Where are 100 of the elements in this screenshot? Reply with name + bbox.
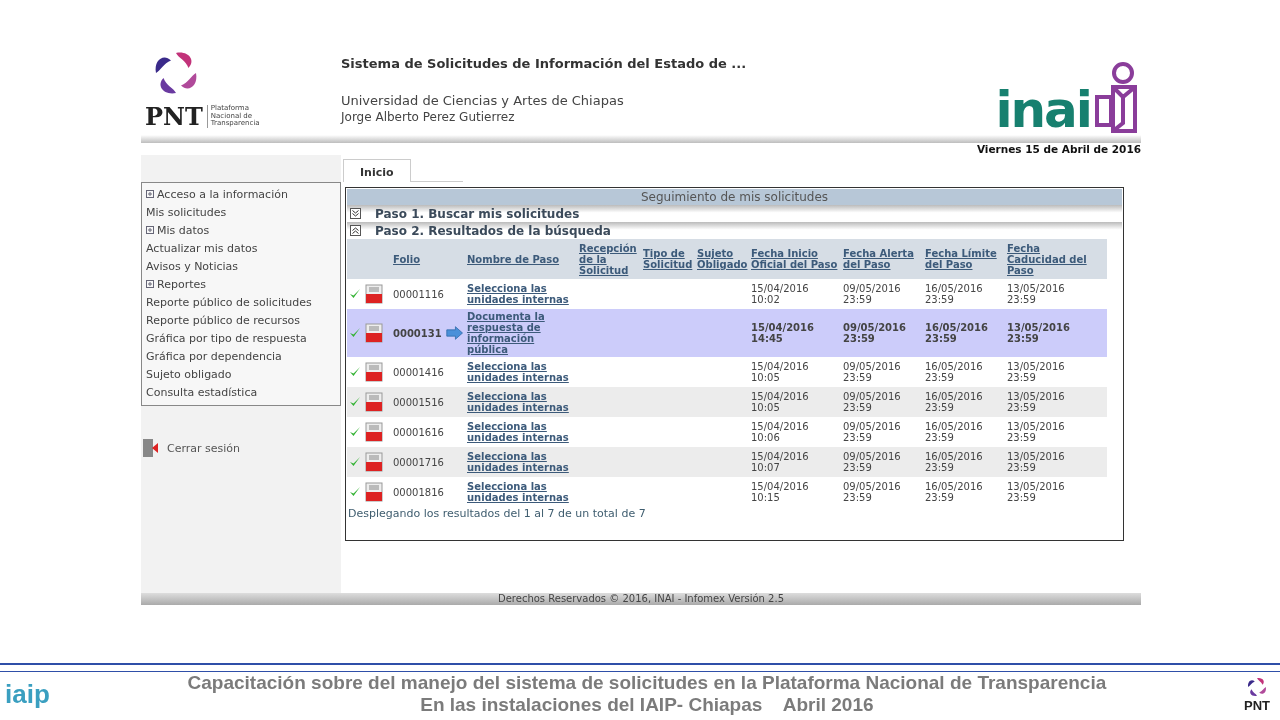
slide-caption: En las instalaciones del IAIP- Chiapas Abril 2016	[420, 694, 874, 716]
step-label[interactable]: Paso 2. Resultados de la búsqueda	[375, 223, 611, 238]
date-cell: 16/05/2016 23:59	[925, 322, 988, 344]
menu-item[interactable]: Gráfica por tipo de respuesta	[142, 329, 340, 347]
result-row[interactable]: 00001516 Selecciona las unidades internas 15/04/2016 10:05 09/05/2016 23:59 16/05/2016 23:59 13/05/2016 23:59	[347, 387, 1107, 417]
date-cell: 13/05/2016 23:59	[1007, 322, 1070, 344]
column-header[interactable]: Nombre de Paso	[467, 253, 575, 265]
step-label[interactable]: Paso 1. Buscar mis solicitudes	[375, 206, 580, 221]
menu-group[interactable]: Reportes	[142, 275, 340, 293]
step-link[interactable]: Selecciona las unidades internas	[467, 283, 575, 305]
step-header[interactable]: Paso 2. Resultados de la búsqueda	[347, 222, 1122, 239]
logo-title: PNT	[145, 102, 203, 131]
pdf-icon[interactable]	[365, 482, 383, 502]
menu-item[interactable]: Reporte público de recursos	[142, 311, 340, 329]
pdf-icon[interactable]	[365, 392, 383, 412]
step-header[interactable]: Paso 1. Buscar mis solicitudes	[347, 205, 1122, 222]
pnt-small-logo: PNT	[1244, 697, 1270, 713]
logout-link[interactable]: Cerrar sesión	[141, 438, 341, 458]
date-cell: 13/05/2016 23:59	[1007, 451, 1065, 473]
expand-icon[interactable]	[350, 208, 361, 219]
date-cell: 09/05/2016 23:59	[843, 283, 901, 305]
date-cell: 15/04/2016 10:06	[751, 421, 809, 443]
logout-label[interactable]: Cerrar sesión	[167, 441, 241, 455]
folio: 00001816	[393, 486, 444, 498]
date-cell: 13/05/2016 23:59	[1007, 421, 1065, 443]
date-cell: 15/04/2016 14:45	[751, 322, 814, 344]
step-link[interactable]: Selecciona las unidades internas	[467, 451, 575, 473]
date-cell: 09/05/2016 23:59	[843, 361, 901, 383]
menu-item[interactable]: Mis solicitudes	[142, 203, 340, 221]
brand-logo-text: inai	[995, 85, 1091, 135]
plus-box-icon	[146, 280, 154, 288]
column-header[interactable]: Folio	[393, 253, 463, 265]
step-link[interactable]: Documenta la respuesta de información pública	[467, 311, 575, 355]
step-link[interactable]: Selecciona las unidades internas	[467, 361, 575, 383]
menu-item[interactable]: Avisos y Noticias	[142, 257, 340, 275]
column-header[interactable]: Recepción de la Solicitud	[579, 242, 639, 276]
step-link[interactable]: Selecciona las unidades internas	[467, 421, 575, 443]
user-name: Jorge Alberto Perez Gutierrez	[341, 110, 516, 124]
date-cell: 16/05/2016 23:59	[925, 421, 983, 443]
pnt-logo-icon	[1246, 675, 1268, 698]
date-cell: 09/05/2016 23:59	[843, 322, 906, 344]
results-summary: Desplegando los resultados del 1 al 7 de un total de 7	[347, 507, 647, 520]
column-header[interactable]: Tipo de Solicitud	[643, 248, 693, 270]
pdf-icon[interactable]	[365, 452, 383, 472]
date-cell: 13/05/2016 23:59	[1007, 283, 1065, 305]
folio: 00001416	[393, 366, 444, 378]
date-cell: 16/05/2016 23:59	[925, 451, 983, 473]
menu-item[interactable]: Actualizar mis datos	[142, 239, 340, 257]
step-link[interactable]: Selecciona las unidades internas	[467, 481, 575, 503]
column-header[interactable]: Fecha Caducidad del Paso	[1007, 242, 1089, 276]
pdf-icon[interactable]	[365, 323, 383, 343]
date-cell: 16/05/2016 23:59	[925, 283, 983, 305]
date-cell: 15/04/2016 10:02	[751, 283, 809, 305]
date-cell: 16/05/2016 23:59	[925, 391, 983, 413]
plus-box-icon	[146, 190, 154, 198]
date-cell: 13/05/2016 23:59	[1007, 481, 1065, 503]
collapse-icon[interactable]	[350, 225, 361, 236]
result-row[interactable]: 00001716 Selecciona las unidades internas 15/04/2016 10:07 09/05/2016 23:59 16/05/2016 23:59 13/05/2016 23:59	[347, 447, 1107, 477]
date-cell: 09/05/2016 23:59	[843, 391, 901, 413]
date-cell: 15/04/2016 10:07	[751, 451, 809, 473]
column-header[interactable]: Fecha Límite del Paso	[925, 248, 1003, 270]
logout-icon[interactable]	[141, 438, 161, 458]
step-link[interactable]: Selecciona las unidades internas	[467, 391, 575, 413]
date-cell: 13/05/2016 23:59	[1007, 391, 1065, 413]
result-row[interactable]: 0000131 Documenta la respuesta de información pública 15/04/2016 14:45 09/05/2016 23:59 16/05/2016 23:59 13/05/2016 23:59	[347, 309, 1107, 357]
institution-name: Universidad de Ciencias y Artes de Chiapas	[341, 93, 625, 108]
menu-group[interactable]: Mis datos	[142, 221, 340, 239]
date-cell: 16/05/2016 23:59	[925, 481, 983, 503]
menu-item[interactable]: Consulta estadística	[142, 383, 340, 401]
column-header[interactable]: Fecha Alerta del Paso	[843, 248, 921, 270]
pdf-icon[interactable]	[365, 362, 383, 382]
menu-item[interactable]: Reporte público de solicitudes	[142, 293, 340, 311]
menu-item[interactable]: Sujeto obligado	[142, 365, 340, 383]
date-cell: 09/05/2016 23:59	[843, 481, 901, 503]
date-cell: 09/05/2016 23:59	[843, 421, 901, 443]
date-cell: 09/05/2016 23:59	[843, 451, 901, 473]
plus-box-icon	[146, 226, 154, 234]
menu-item[interactable]: Gráfica por dependencia	[142, 347, 340, 365]
column-header[interactable]: Fecha Inicio Oficial del Paso	[751, 248, 839, 270]
folio: 00001716	[393, 456, 444, 468]
pdf-icon[interactable]	[365, 422, 383, 442]
iaip-logo: iaip	[5, 678, 50, 710]
folio: 00001116	[393, 288, 444, 300]
date-cell: 13/05/2016 23:59	[1007, 361, 1065, 383]
date-cell: 15/04/2016 10:05	[751, 361, 809, 383]
current-date: Viernes 15 de Abril de 2016	[976, 143, 1141, 155]
folio: 0000131	[393, 327, 442, 339]
menu-group[interactable]: Acceso a la información	[142, 185, 340, 203]
system-title: Sistema de Solicitudes de Información del Estado de ...	[341, 56, 748, 71]
panel-title: Seguimiento de mis solicitudes	[347, 189, 1122, 205]
tab[interactable]: Inicio	[343, 159, 411, 182]
date-cell: 15/04/2016 10:15	[751, 481, 809, 503]
copyright-footer: Derechos Reservados © 2016, INAI - Infomex Versión 2.5	[498, 593, 784, 605]
folio: 00001616	[393, 426, 444, 438]
slide-caption: Capacitación sobre del manejo del sistema de solicitudes en la Plataforma Nacional de Transparencia	[187, 672, 1107, 694]
column-header[interactable]: Sujeto Obligado	[697, 248, 747, 270]
date-cell: 15/04/2016 10:05	[751, 391, 809, 413]
date-cell: 16/05/2016 23:59	[925, 361, 983, 383]
folio: 00001516	[393, 396, 444, 408]
pdf-icon[interactable]	[365, 284, 383, 304]
